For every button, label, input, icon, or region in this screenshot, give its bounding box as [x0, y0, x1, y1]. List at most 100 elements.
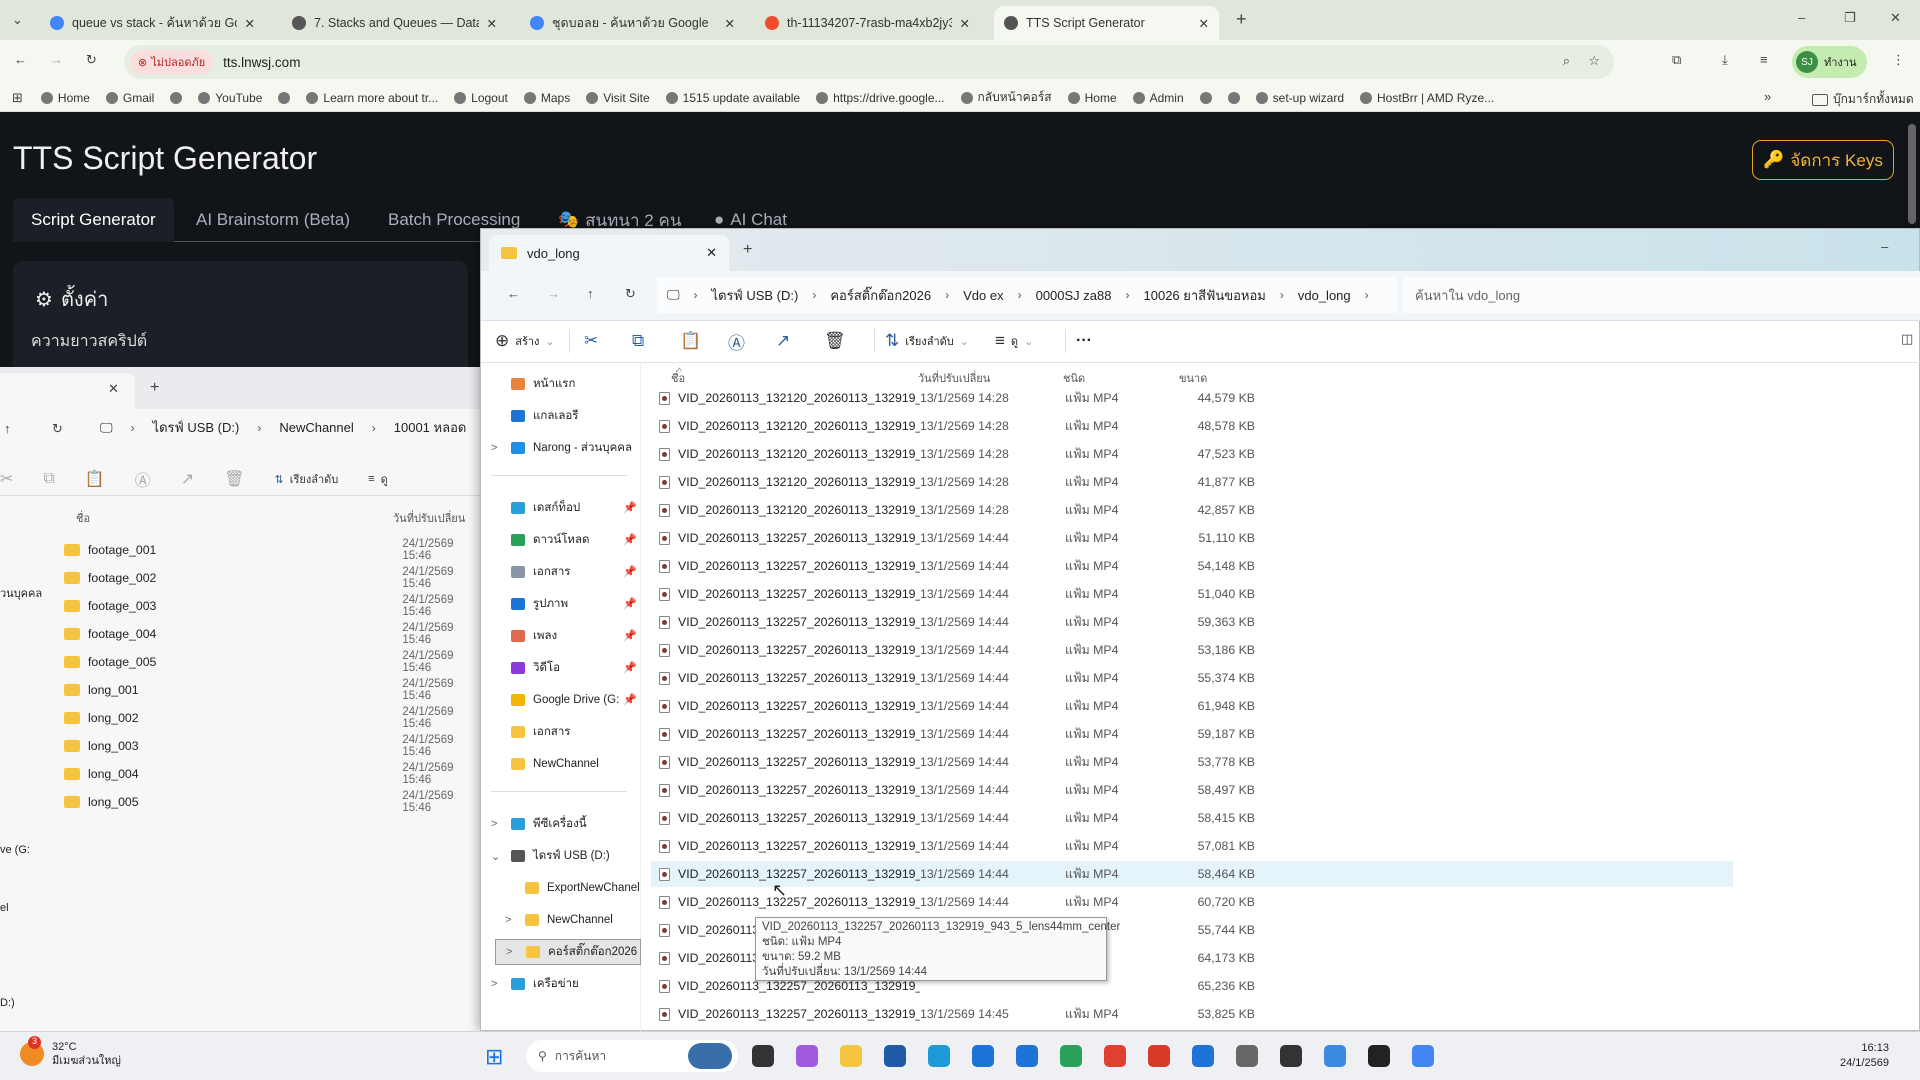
paste-icon[interactable]: 📋 [85, 469, 105, 489]
file-row[interactable]: VID_20260113_132120_20260113_132919_9...… [651, 385, 1733, 411]
omnibox[interactable]: ⊗ ไม่ปลอดภัย tts.lnwsj.com ⌕ ☆ [124, 45, 1614, 79]
nav-item[interactable]: > เครือข่าย [481, 971, 641, 997]
breadcrumb-item[interactable]: 0000SJ za88 [1036, 288, 1112, 303]
folder-row[interactable]: footage_005 24/1/2569 15:46 [64, 649, 484, 675]
settings-icon[interactable] [1236, 1045, 1258, 1067]
nav-item[interactable]: เพลง 📌 [481, 623, 641, 649]
weather-widget[interactable]: 3 32°C มีเมฆส่วนใหญ่ [20, 1036, 121, 1068]
nav-item-partial[interactable]: วนบุคคล [0, 584, 42, 602]
outlook-icon[interactable] [972, 1045, 994, 1067]
minimize-button[interactable]: – [1881, 239, 1888, 254]
google-drive-icon[interactable] [1060, 1045, 1082, 1067]
close-tab-icon[interactable]: ✕ [487, 16, 497, 31]
file-row[interactable]: VID_20260113_132257_20260113_132919_9...… [651, 749, 1733, 775]
chevron-icon[interactable]: ⌄ [491, 850, 503, 863]
more-bookmarks-icon[interactable]: » [1764, 89, 1771, 104]
share-icon[interactable]: ↗ [181, 469, 194, 489]
nav-item[interactable]: แกลเลอรี [481, 403, 641, 429]
file-row[interactable]: VID_20260113_132257_20260113_132919_9...… [651, 833, 1733, 859]
file-row[interactable]: VID_20260113_132120_20260113_132919_9...… [651, 469, 1733, 495]
close-tab-icon[interactable]: ✕ [960, 16, 970, 31]
app-dark-icon[interactable] [1368, 1045, 1390, 1067]
app-blue-icon[interactable] [1192, 1045, 1214, 1067]
file-row[interactable]: VID_20260113_132257_20260113_132919_9...… [651, 693, 1733, 719]
cut-icon[interactable]: ✂ [584, 331, 632, 351]
profile-button[interactable]: SJ ทำงาน [1792, 46, 1867, 78]
chrome-icon[interactable] [1104, 1045, 1126, 1067]
pdf-icon[interactable] [1148, 1045, 1170, 1067]
chevron-right-icon[interactable]: › [1365, 288, 1369, 302]
bookmark-item[interactable] [278, 91, 291, 104]
reload-icon[interactable]: ↻ [86, 52, 97, 68]
zoom-icon[interactable]: ⌕ [1563, 53, 1570, 69]
apps-grid-icon[interactable]: ⊞ [12, 90, 23, 106]
file-explorer-icon[interactable] [840, 1045, 862, 1067]
file-row[interactable]: VID_20260113_132257_20260113_132919_9...… [651, 721, 1733, 747]
manage-keys-button[interactable]: 🔑 จัดการ Keys [1752, 140, 1894, 180]
browser-tab[interactable]: TTS Script Generator ✕ [994, 6, 1219, 40]
edge-icon[interactable] [928, 1045, 950, 1067]
nav-item[interactable]: > Narong - ส่วนบุคคล [481, 435, 641, 461]
nav-item[interactable]: ExportNewChanel [495, 875, 641, 901]
file-row[interactable]: VID_20260113_132257_20260113_132919_9...… [651, 665, 1733, 691]
rename-icon[interactable]: Ⓐ [728, 329, 776, 354]
browser-tab[interactable]: 7. Stacks and Queues — Data S ✕ [282, 6, 507, 40]
search-input[interactable]: ค้นหาใน vdo_long [1403, 277, 1920, 313]
bookmark-item[interactable]: Visit Site [586, 91, 650, 105]
bookmark-item[interactable] [170, 91, 183, 104]
clock[interactable]: 16:13 24/1/2569 [1840, 1041, 1889, 1071]
bookmark-item[interactable] [1227, 91, 1240, 104]
app-m-icon[interactable] [1016, 1045, 1038, 1067]
forward-icon[interactable]: → [547, 286, 560, 301]
media-icon[interactable]: ≡ [1760, 52, 1768, 67]
chrome-profile-icon[interactable] [1412, 1045, 1434, 1067]
refresh-icon[interactable]: ↻ [52, 421, 63, 437]
bookmark-item[interactable]: Maps [523, 91, 570, 105]
browser-tab[interactable]: th-11134207-7rasb-ma4xb2jy3 ✕ [755, 6, 980, 40]
breadcrumb-item[interactable]: vdo_long [1298, 288, 1351, 303]
file-row[interactable]: VID_20260113_132257_20260113_132919_9...… [651, 805, 1733, 831]
file-row[interactable]: VID_20260113_132257_20260113_132919_9...… [651, 1001, 1733, 1027]
paste-icon[interactable]: 📋 [680, 331, 728, 351]
copy-icon[interactable]: ⧉ [632, 331, 680, 351]
nav-item[interactable]: NewChannel [481, 751, 641, 777]
file-row[interactable]: VID_20260113_132120_20260113_132919_9...… [651, 441, 1733, 467]
minimize-button[interactable]: – [1798, 10, 1805, 25]
bookmark-item[interactable]: Logout [454, 91, 508, 105]
new-tab-button[interactable]: + [1236, 9, 1247, 30]
chevron-icon[interactable]: > [491, 442, 503, 454]
sort-button[interactable]: ⇅ เรียงลำดับ [275, 470, 339, 488]
pen-icon[interactable] [1280, 1045, 1302, 1067]
bookmark-item[interactable]: Gmail [105, 91, 154, 105]
view-button[interactable]: ≡ ดู [368, 470, 388, 488]
folder-row[interactable]: footage_004 24/1/2569 15:46 [64, 621, 484, 647]
file-row[interactable]: VID_20260113_132257_20260113_132919_9...… [651, 889, 1733, 915]
folder-row[interactable]: long_003 24/1/2569 15:46 [64, 733, 484, 759]
file-row[interactable]: VID_20260113_132257_20260113_132919_9...… [651, 581, 1733, 607]
up-icon[interactable]: ↑ [4, 421, 11, 436]
file-row[interactable]: VID_20260113_132257_20260113_132919_9...… [651, 609, 1733, 635]
browser-tab[interactable]: queue vs stack - ค้นหาด้วย Goog ✕ [40, 6, 265, 40]
new-button[interactable]: ⊕ สร้าง ⌄ [495, 331, 555, 351]
details-pane-icon[interactable]: ◫ [1901, 331, 1913, 347]
close-tab-icon[interactable]: ✕ [1199, 16, 1209, 31]
nav-item[interactable]: Google Drive (G: 📌 [481, 687, 641, 713]
bookmark-item[interactable]: https://drive.google... [816, 91, 945, 105]
column-date[interactable]: วันที่ปรับเปลี่ยน [393, 509, 465, 527]
nav-item[interactable]: > คอร์สติ๊กต๊อก2026 [495, 939, 641, 965]
start-icon[interactable]: ⊞ [485, 1044, 503, 1070]
chevron-icon[interactable]: > [491, 978, 503, 990]
page-scrollbar[interactable] [1908, 124, 1916, 224]
back-icon[interactable]: ← [507, 286, 520, 301]
download-icon[interactable]: ⤓ [1722, 52, 1728, 68]
copy-icon[interactable]: ⧉ [43, 470, 54, 488]
bookmark-item[interactable]: Learn more about tr... [306, 91, 438, 105]
folder-row[interactable]: long_001 24/1/2569 15:46 [64, 677, 484, 703]
file-row[interactable]: VID_20260113_132120_20260113_132919_9...… [651, 497, 1733, 523]
back-icon[interactable]: ← [14, 52, 27, 67]
restore-button[interactable]: ❐ [1844, 10, 1856, 26]
menu-icon[interactable]: ⋮ [1892, 52, 1905, 68]
bookmark-item[interactable]: 1515 update available [665, 91, 800, 105]
extensions-icon[interactable]: ⧉ [1672, 52, 1681, 68]
delete-icon[interactable]: 🗑 [824, 331, 864, 351]
